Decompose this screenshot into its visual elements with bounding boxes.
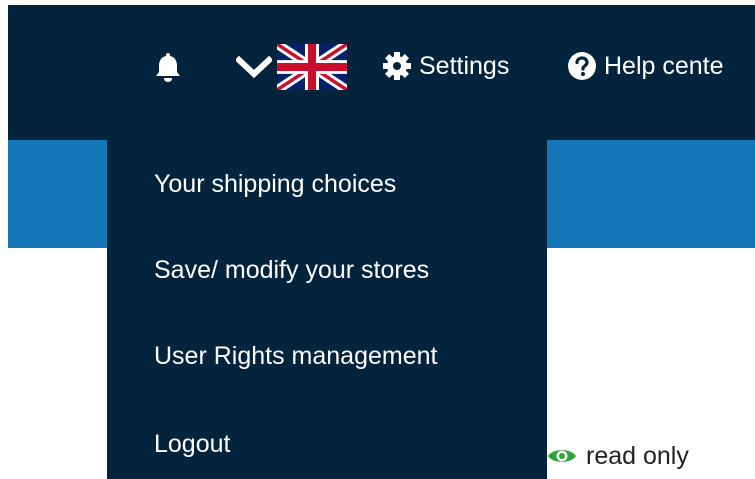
chevron-down-icon[interactable]	[234, 55, 274, 79]
menu-item-logout[interactable]: Logout	[154, 430, 230, 459]
read-only-label: read only	[586, 441, 689, 470]
help-center-link[interactable]: Help cente	[566, 48, 724, 84]
gear-icon	[381, 50, 413, 82]
settings-label: Settings	[419, 51, 510, 80]
eye-icon	[546, 442, 578, 470]
uk-flag-icon[interactable]	[274, 40, 350, 94]
settings-link[interactable]: Settings	[381, 48, 509, 84]
read-only-status: read only	[546, 438, 689, 474]
help-center-label: Help cente	[604, 51, 724, 80]
question-circle-icon	[566, 50, 598, 82]
menu-item-save-modify-stores[interactable]: Save/ modify your stores	[154, 256, 429, 285]
bell-icon[interactable]	[153, 50, 183, 84]
menu-item-user-rights-management[interactable]: User Rights management	[154, 342, 437, 371]
menu-item-shipping-choices[interactable]: Your shipping choices	[154, 170, 396, 199]
